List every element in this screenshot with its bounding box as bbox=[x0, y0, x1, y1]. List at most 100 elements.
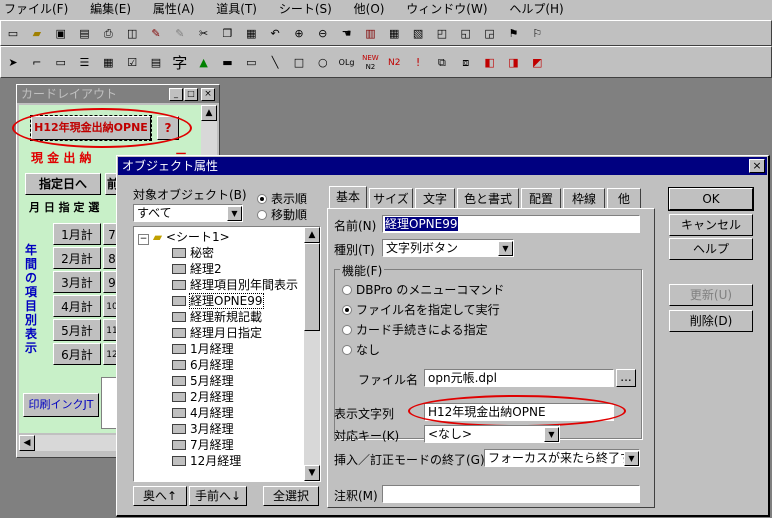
type-select[interactable]: 文字列ボタン bbox=[382, 239, 514, 257]
text-char-icon[interactable]: 字 bbox=[171, 54, 189, 72]
month-button-1[interactable]: 1月計 bbox=[53, 223, 101, 245]
table-tool-icon[interactable]: ▦ bbox=[99, 54, 117, 72]
hotkey-dropdown-button[interactable]: ▼ bbox=[544, 427, 559, 442]
update-button[interactable]: 更新(U) bbox=[669, 284, 753, 306]
button-tool-icon[interactable]: ▭ bbox=[242, 54, 260, 72]
close-button[interactable]: × bbox=[201, 88, 215, 101]
menu-sheet[interactable]: シート(S) bbox=[279, 2, 332, 16]
radio-move-order[interactable]: 移動順 bbox=[257, 206, 307, 223]
disabled-tool-icon[interactable]: ✎ bbox=[171, 25, 189, 43]
insert-mode-dropdown-button[interactable]: ▼ bbox=[624, 451, 639, 466]
g2-icon[interactable]: ⧉ bbox=[433, 54, 451, 72]
menu-tools[interactable]: 道具(T) bbox=[216, 2, 257, 16]
flag-icon[interactable]: ⚑ bbox=[504, 25, 522, 43]
name-input[interactable]: 経理OPNE99 bbox=[382, 215, 640, 233]
tree-item[interactable]: 経理2 bbox=[172, 261, 222, 277]
hotkey-select[interactable]: <なし> bbox=[424, 425, 560, 443]
tree-item[interactable]: 2月経理 bbox=[172, 389, 234, 405]
zoom-out-icon[interactable]: ⊖ bbox=[314, 25, 332, 43]
paste-icon[interactable]: ▦ bbox=[242, 25, 260, 43]
book-icon[interactable]: ▥ bbox=[361, 25, 379, 43]
frame3-icon[interactable]: ◲ bbox=[481, 25, 499, 43]
olg-tool-icon[interactable]: OLg bbox=[338, 54, 356, 72]
list-tool-icon[interactable]: ☰ bbox=[75, 54, 93, 72]
undo-icon[interactable]: ↶ bbox=[266, 25, 284, 43]
hand-icon[interactable]: ☚ bbox=[338, 25, 356, 43]
maximize-button[interactable]: □ bbox=[184, 88, 198, 101]
insert-mode-select[interactable]: フォーカスが来たら終了する bbox=[484, 449, 640, 467]
new-icon[interactable]: ▭ bbox=[4, 25, 22, 43]
open-icon[interactable]: ▰ bbox=[28, 25, 46, 43]
n2-icon[interactable]: N2 bbox=[385, 54, 403, 72]
function-option-run-file[interactable]: ファイル名を指定して実行 bbox=[342, 301, 500, 318]
delete-button[interactable]: 削除(D) bbox=[669, 310, 753, 332]
tab-layout[interactable]: 配置 bbox=[521, 188, 561, 208]
radio-display-order[interactable]: 表示順 bbox=[257, 190, 307, 207]
tree-item[interactable]: 経理項目別年間表示 bbox=[172, 277, 298, 293]
tab-text[interactable]: 文字 bbox=[415, 188, 455, 208]
flag2-icon[interactable]: ⚐ bbox=[528, 25, 546, 43]
check-tool-icon[interactable]: ☑ bbox=[123, 54, 141, 72]
rect-tool-icon[interactable]: □ bbox=[290, 54, 308, 72]
help-button[interactable]: ヘルプ bbox=[669, 238, 753, 260]
tree-item[interactable]: 経理月日指定 bbox=[172, 325, 262, 341]
tree-item[interactable]: 12月経理 bbox=[172, 453, 241, 469]
function-option-menu-command[interactable]: DBPro のメニューコマンド bbox=[342, 281, 504, 298]
tree-item[interactable]: 秘密 bbox=[172, 245, 214, 261]
filename-input[interactable]: opn元帳.dpl bbox=[424, 369, 614, 387]
bring-front-button[interactable]: 手前へ↓ bbox=[189, 486, 247, 506]
ok-button[interactable]: OK bbox=[668, 187, 754, 211]
tree-item-selected[interactable]: 経理OPNE99 bbox=[172, 293, 264, 309]
pin-icon[interactable]: ! bbox=[409, 54, 427, 72]
tab-other[interactable]: 他 bbox=[607, 188, 641, 208]
order3-icon[interactable]: ◩ bbox=[528, 54, 546, 72]
tab-border[interactable]: 枠線 bbox=[563, 188, 605, 208]
picture-tool-icon[interactable]: ▲ bbox=[195, 54, 213, 72]
frame-icon[interactable]: ◰ bbox=[433, 25, 451, 43]
zoom-in-icon[interactable]: ⊕ bbox=[290, 25, 308, 43]
send-back-button[interactable]: 奥へ↑ bbox=[133, 486, 187, 506]
print-icon[interactable]: ⎙ bbox=[99, 25, 117, 43]
menu-window[interactable]: ウィンドウ(W) bbox=[406, 2, 487, 16]
save-icon[interactable]: ▣ bbox=[52, 25, 70, 43]
tree-item[interactable]: 4月経理 bbox=[172, 405, 234, 421]
menu-file[interactable]: ファイル(F) bbox=[4, 2, 68, 16]
menu-other[interactable]: 他(O) bbox=[354, 2, 385, 16]
copy-icon[interactable]: ❐ bbox=[218, 25, 236, 43]
menu-attribute[interactable]: 属性(A) bbox=[153, 2, 195, 16]
tree-root[interactable]: − ▰ <シート1> bbox=[138, 229, 230, 245]
field-tool-icon[interactable]: ▭ bbox=[52, 54, 70, 72]
tree-scroll-thumb[interactable] bbox=[304, 243, 320, 331]
print-button[interactable]: 印刷インクJT bbox=[23, 393, 99, 417]
pointer-icon[interactable]: ➤ bbox=[4, 54, 22, 72]
target-dropdown-button[interactable]: ▼ bbox=[227, 206, 242, 221]
tab-size[interactable]: サイズ bbox=[369, 188, 413, 208]
dialog-close-button[interactable]: × bbox=[749, 159, 765, 173]
function-option-card-procedure[interactable]: カード手続きによる指定 bbox=[342, 321, 488, 338]
card-scroll-left-button[interactable]: ◀ bbox=[19, 435, 35, 451]
tree-item[interactable]: 3月経理 bbox=[172, 421, 234, 437]
grid2-icon[interactable]: ▧ bbox=[409, 25, 427, 43]
save-all-icon[interactable]: ▤ bbox=[75, 25, 93, 43]
tab-basic[interactable]: 基本 bbox=[329, 186, 367, 210]
month-button-2[interactable]: 2月計 bbox=[53, 247, 101, 269]
cut-icon[interactable]: ✂ bbox=[195, 25, 213, 43]
month-button-5[interactable]: 5月計 bbox=[53, 319, 101, 341]
preview-icon[interactable]: ◫ bbox=[123, 25, 141, 43]
order2-icon[interactable]: ◨ bbox=[504, 54, 522, 72]
date-jump-button[interactable]: 指定日へ bbox=[25, 173, 101, 195]
tree-item[interactable]: 経理新規記載 bbox=[172, 309, 262, 325]
tree-scroll-up-button[interactable]: ▲ bbox=[304, 227, 320, 243]
tree-item[interactable]: 7月経理 bbox=[172, 437, 234, 453]
type-dropdown-button[interactable]: ▼ bbox=[498, 241, 513, 256]
tree-item[interactable]: 1月経理 bbox=[172, 341, 234, 357]
card-scroll-up-button[interactable]: ▲ bbox=[201, 105, 217, 121]
line-tool-icon[interactable]: ╲ bbox=[266, 54, 284, 72]
minimize-button[interactable]: _ bbox=[169, 88, 183, 101]
tree-collapse-icon[interactable]: − bbox=[138, 234, 149, 245]
function-option-none[interactable]: なし bbox=[342, 341, 380, 358]
new-n2-icon[interactable]: NEW N2 bbox=[361, 54, 379, 72]
tree-item[interactable]: 6月経理 bbox=[172, 357, 234, 373]
group-icon[interactable]: ⧈ bbox=[457, 54, 475, 72]
date-tool-icon[interactable]: ▤ bbox=[147, 54, 165, 72]
